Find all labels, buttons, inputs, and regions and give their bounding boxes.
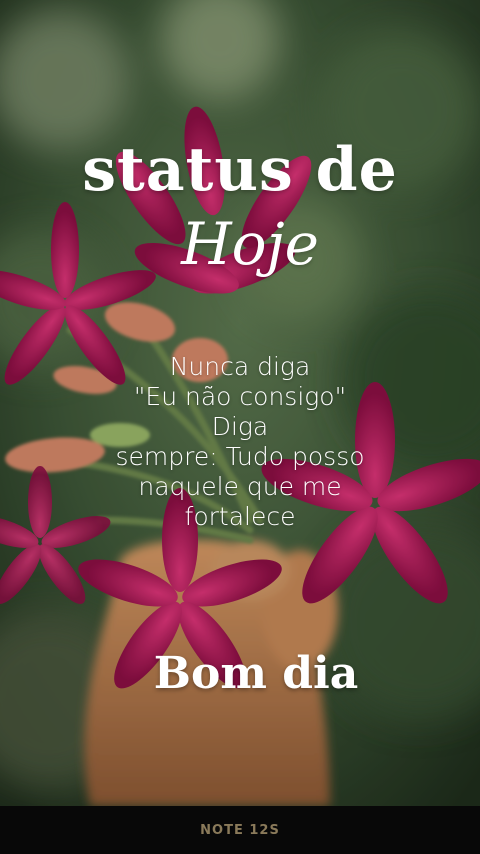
title-script-hoje: Hoje (181, 210, 319, 278)
quote-line: "Eu não consigo" (133, 382, 347, 411)
screen: status de Hoje Nunca diga "Eu não consig… (0, 0, 480, 854)
quote-line: Nunca diga (169, 352, 311, 381)
quote-block: Nunca diga "Eu não consigo" Diga sempre:… (0, 352, 480, 532)
quote-line: naquele que me (138, 472, 342, 501)
quote-line: sempre: Tudo posso (115, 442, 365, 471)
quote-line: Diga (211, 412, 269, 441)
closing-greeting: Bom dia (153, 648, 359, 699)
quote-line: fortalece (184, 502, 296, 531)
device-watermark: NOTE 12S (200, 822, 280, 838)
title-status: status de (82, 135, 398, 205)
device-bottom-bar: NOTE 12S (0, 806, 480, 854)
